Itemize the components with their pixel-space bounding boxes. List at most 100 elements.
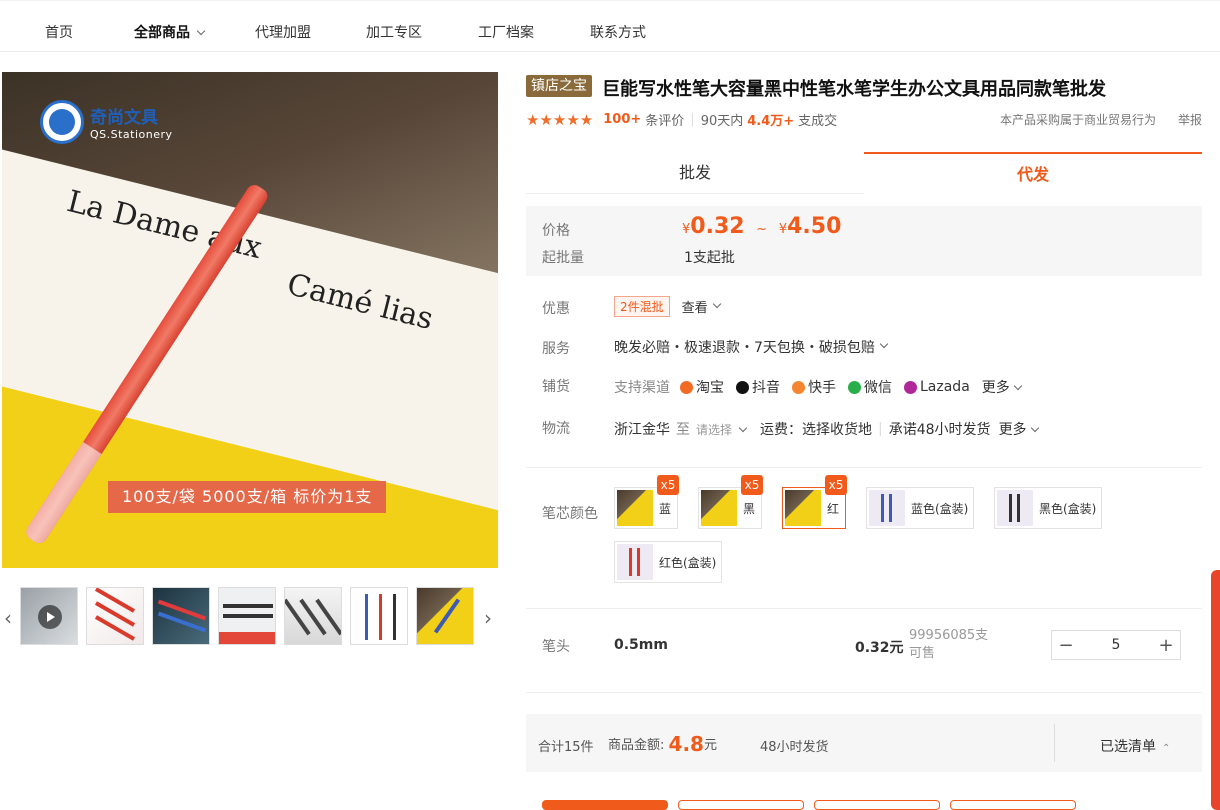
- report-link[interactable]: 举报: [1178, 111, 1202, 128]
- section-divider: [526, 467, 1202, 468]
- price-high: 4.50: [787, 214, 842, 239]
- divider: |: [878, 421, 883, 437]
- action-button-2[interactable]: [678, 800, 804, 810]
- promo-view-link[interactable]: 查看: [682, 297, 708, 316]
- thumbnail-4[interactable]: [218, 587, 276, 645]
- thumbnail-3[interactable]: [152, 587, 210, 645]
- service-value: 晚发必赔・极速退款・7天包换・破损包赔: [614, 340, 875, 356]
- channel-name: Lazada: [920, 379, 970, 395]
- nav-factory[interactable]: 工厂档案: [478, 22, 534, 42]
- nav-contact[interactable]: 联系方式: [590, 22, 646, 42]
- qty-input[interactable]: 5: [1112, 637, 1121, 653]
- thumbnail-2[interactable]: [86, 587, 144, 645]
- divider: |: [690, 112, 695, 127]
- tip-label: 笔头: [542, 639, 570, 655]
- tip-value: 0.5mm: [614, 637, 668, 653]
- store-treasure-badge: 镇店之宝: [526, 75, 592, 97]
- sku-name: 蓝色(盒装): [911, 501, 969, 516]
- review-label[interactable]: 条评价: [645, 110, 684, 129]
- nav-agency[interactable]: 代理加盟: [255, 22, 311, 42]
- thumbnail-7[interactable]: [416, 587, 474, 645]
- tab-wholesale[interactable]: 批发: [526, 152, 864, 194]
- qty-plus-button[interactable]: +: [1152, 635, 1180, 656]
- logistics-origin: 浙江金华: [614, 422, 670, 438]
- price-label: 价格: [542, 223, 570, 239]
- thumbnail-next-icon[interactable]: ›: [484, 606, 492, 630]
- lazada-icon: [904, 380, 917, 394]
- sku-option-black-box[interactable]: 黑色(盒装): [994, 487, 1102, 529]
- channel-prefix: 支持渠道: [614, 380, 670, 396]
- sku-option-blue-box[interactable]: 蓝色(盒装): [866, 487, 974, 529]
- price-low: 0.32: [690, 214, 745, 239]
- sku-thumbnail: [617, 490, 653, 526]
- channel-row: 支持渠道 淘宝 抖音 快手 微信 Lazada 更多: [614, 377, 1023, 397]
- qty-minus-button[interactable]: −: [1052, 635, 1080, 656]
- thumbnail-video[interactable]: [20, 587, 78, 645]
- chevron-up-icon: ⌃: [1162, 743, 1171, 754]
- channel-taobao[interactable]: 淘宝: [680, 377, 724, 397]
- sku-option-red-box[interactable]: 红色(盒装): [614, 541, 722, 583]
- logistics-row: 浙江金华 至 请选择 运费：选择收货地 | 承诺48小时发货 更多: [614, 419, 1039, 439]
- sku-option-blue[interactable]: 蓝 x5: [614, 475, 679, 529]
- image-banner: 100支/袋 5000支/箱 标价为1支: [108, 481, 387, 513]
- chevron-down-icon: [712, 299, 721, 308]
- logistics-label: 物流: [542, 421, 570, 437]
- sku-qty-badge: x5: [741, 475, 763, 495]
- rating-row: ★★★★★ 100+ 条评价 | 90天内 4.4万+ 支成交: [526, 110, 837, 130]
- promo-row: 2件混批 查看: [614, 296, 721, 317]
- taobao-icon: [680, 380, 693, 394]
- nav-processing[interactable]: 加工专区: [366, 22, 422, 42]
- promo-tag[interactable]: 2件混批: [614, 296, 670, 317]
- service-label: 服务: [542, 341, 570, 357]
- logo-cn: 奇尚文具: [90, 108, 158, 128]
- channel-lazada[interactable]: Lazada: [904, 379, 970, 395]
- stock-info: 99956085支 可售: [909, 627, 988, 663]
- thumb-pen-line: [379, 594, 382, 640]
- sku-qty-badge: x5: [825, 475, 847, 495]
- action-button-3[interactable]: [814, 800, 940, 810]
- selected-list-button[interactable]: 已选清单 ⌃: [1100, 736, 1170, 756]
- channel-wechat[interactable]: 微信: [848, 377, 892, 397]
- wechat-icon: [848, 380, 861, 394]
- logistics-more[interactable]: 更多: [999, 419, 1039, 439]
- buy-button[interactable]: [542, 800, 668, 810]
- thumb-pen-line: [94, 588, 136, 613]
- thumbnail-prev-icon[interactable]: ‹: [4, 606, 12, 630]
- divider: [1054, 724, 1055, 762]
- side-float-bar[interactable]: [1211, 570, 1220, 810]
- chevron-down-icon: [879, 339, 889, 349]
- thumb-pen-line: [365, 594, 368, 640]
- channel-douyin[interactable]: 抖音: [736, 377, 780, 397]
- logo-icon: [40, 100, 84, 144]
- sku-option-black[interactable]: 黑 x5: [698, 475, 763, 529]
- top-nav: 首页 全部商品 代理加盟 加工专区 工厂档案 联系方式: [0, 0, 1220, 52]
- channel-kuaishou[interactable]: 快手: [792, 377, 836, 397]
- sku-name: 红: [827, 501, 840, 516]
- thumb-pen-line: [223, 614, 273, 618]
- service-row[interactable]: 晚发必赔・极速退款・7天包换・破损包赔: [614, 337, 889, 357]
- summary-count: 合计15件: [538, 740, 594, 755]
- channel-more[interactable]: 更多: [982, 377, 1023, 397]
- thumb-pen-line: [223, 604, 273, 608]
- review-count[interactable]: 100+: [603, 112, 641, 127]
- summary-amount: 商品金额: 4.8元: [608, 730, 717, 756]
- thumbnail-5[interactable]: [284, 587, 342, 645]
- action-button-4[interactable]: [950, 800, 1076, 810]
- sku-option-red[interactable]: 红 x5: [782, 475, 847, 529]
- logo-en: QS.Stationery: [90, 128, 173, 141]
- thumbnail-6[interactable]: [350, 587, 408, 645]
- logistics-select[interactable]: 请选择: [696, 421, 748, 438]
- moq-label: 起批量: [542, 250, 584, 266]
- quantity-stepper: − 5 +: [1051, 630, 1181, 660]
- sku-name: 黑: [743, 501, 756, 516]
- main-product-image[interactable]: La Dame aux Camé lias 奇尚文具 QS.Stationery…: [2, 72, 498, 568]
- nav-all-products[interactable]: 全部商品: [134, 22, 206, 42]
- tab-dropship[interactable]: 代发: [864, 152, 1202, 194]
- thumb-pen-line: [433, 598, 461, 634]
- sales-prefix: 90天内: [700, 114, 744, 129]
- chevron-down-icon: [1013, 381, 1023, 391]
- star-rating-icon: ★★★★★: [526, 110, 594, 129]
- nav-home[interactable]: 首页: [45, 22, 73, 42]
- thumb-pen-line: [393, 594, 396, 640]
- product-title: 巨能写水性笔大容量黑中性笔水笔学生办公文具用品同款笔批发: [602, 79, 1106, 100]
